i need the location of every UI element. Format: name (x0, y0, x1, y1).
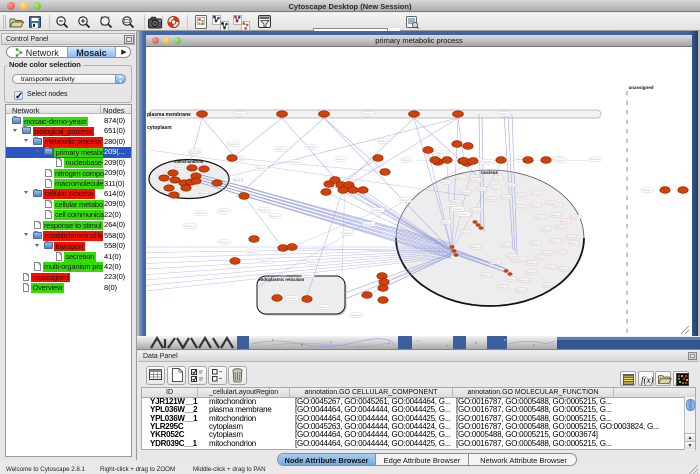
svg-text:Gene x: Gene x (185, 224, 195, 228)
svg-text:Gene x: Gene x (219, 240, 229, 244)
svg-text:Gene x: Gene x (559, 267, 569, 271)
svg-text:Gene x: Gene x (307, 260, 317, 264)
svg-text:Gene x: Gene x (259, 208, 269, 212)
svg-text:nucleus: nucleus (481, 170, 499, 175)
svg-text:Gene x: Gene x (336, 157, 346, 161)
svg-text:Gene x: Gene x (516, 193, 526, 197)
svg-text:Gene x: Gene x (233, 178, 243, 182)
svg-text:Gene x: Gene x (196, 211, 206, 215)
svg-text:Gene x: Gene x (517, 257, 527, 261)
svg-text:Gene x: Gene x (516, 288, 526, 292)
svg-text:Gene x: Gene x (493, 176, 503, 180)
svg-text:Gene x: Gene x (453, 207, 463, 211)
svg-text:Gene x: Gene x (556, 225, 566, 229)
svg-text:Gene x: Gene x (551, 213, 561, 217)
svg-text:Gene x: Gene x (377, 139, 387, 143)
svg-text:Gene x: Gene x (553, 203, 563, 207)
svg-text:Gene x: Gene x (551, 239, 561, 243)
svg-text:Gene x: Gene x (476, 187, 486, 191)
svg-text:Gene x: Gene x (542, 251, 552, 255)
svg-text:Gene x: Gene x (364, 222, 374, 226)
svg-text:Gene x: Gene x (569, 241, 579, 245)
svg-text:Gene x: Gene x (219, 209, 229, 213)
svg-text:Gene x: Gene x (555, 158, 565, 162)
svg-text:Gene x: Gene x (471, 245, 481, 249)
svg-text:Gene x: Gene x (526, 270, 536, 274)
svg-text:Gene x: Gene x (642, 188, 652, 192)
svg-text:Gene x: Gene x (516, 205, 526, 209)
svg-text:Gene x: Gene x (491, 185, 501, 189)
svg-text:Gene x: Gene x (536, 255, 546, 259)
svg-text:Gene x: Gene x (459, 212, 469, 216)
svg-text:Gene x: Gene x (499, 112, 509, 116)
svg-text:plasma membrane: plasma membrane (147, 112, 191, 118)
svg-text:cytoplasm: cytoplasm (147, 125, 172, 131)
svg-text:Gene x: Gene x (175, 165, 185, 169)
svg-text:Gene x: Gene x (306, 145, 316, 149)
svg-text:Gene x: Gene x (461, 190, 471, 194)
svg-text:Gene x: Gene x (543, 283, 553, 287)
svg-text:Gene x: Gene x (287, 296, 297, 300)
svg-text:unassigned: unassigned (629, 85, 654, 90)
svg-text:Gene x: Gene x (519, 278, 529, 282)
svg-text:Gene x: Gene x (556, 250, 566, 254)
svg-text:Gene x: Gene x (228, 142, 238, 146)
svg-text:Gene x: Gene x (541, 227, 551, 231)
svg-text:Gene x: Gene x (256, 166, 266, 170)
svg-text:Gene x: Gene x (501, 195, 511, 199)
svg-text:Gene x: Gene x (531, 241, 541, 245)
svg-text:Gene x: Gene x (456, 175, 466, 179)
svg-text:Gene x: Gene x (373, 208, 383, 212)
svg-text:Gene x: Gene x (451, 200, 461, 204)
svg-text:Gene x: Gene x (261, 259, 271, 263)
svg-text:Gene x: Gene x (437, 151, 447, 155)
svg-text:Gene x: Gene x (566, 235, 576, 239)
svg-text:Gene x: Gene x (461, 230, 471, 234)
svg-text:Gene x: Gene x (402, 158, 412, 162)
svg-text:mitochondrion: mitochondrion (174, 159, 204, 164)
svg-text:Gene x: Gene x (507, 254, 517, 258)
svg-text:Gene x: Gene x (491, 260, 501, 264)
svg-text:Gene x: Gene x (497, 285, 507, 289)
svg-text:Gene x: Gene x (481, 273, 491, 277)
svg-text:f(x): f(x) (641, 375, 654, 385)
svg-text:Gene x: Gene x (471, 178, 481, 182)
svg-text:Gene x: Gene x (319, 305, 329, 309)
svg-text:Gene x: Gene x (342, 231, 352, 235)
svg-text:Gene x: Gene x (590, 157, 600, 161)
svg-text:Gene x: Gene x (351, 313, 361, 317)
svg-text:Gene x: Gene x (561, 219, 571, 223)
svg-text:Gene x: Gene x (527, 261, 537, 265)
svg-text:Gene x: Gene x (531, 203, 541, 207)
svg-text:Gene x: Gene x (506, 183, 516, 187)
svg-text:Gene x: Gene x (441, 220, 451, 224)
svg-text:Gene x: Gene x (546, 265, 556, 269)
svg-text:Gene x: Gene x (363, 112, 373, 116)
svg-text:Gene x: Gene x (400, 198, 410, 202)
svg-text:endoplasmic reticulum: endoplasmic reticulum (259, 277, 305, 282)
svg-text:Gene x: Gene x (199, 191, 209, 195)
svg-text:Gene x: Gene x (276, 147, 286, 151)
svg-text:Gene x: Gene x (247, 250, 257, 254)
svg-text:Gene x: Gene x (483, 160, 493, 164)
svg-text:Gene x: Gene x (189, 151, 199, 155)
svg-text:Gene x: Gene x (571, 215, 581, 219)
svg-text:Gene x: Gene x (501, 243, 511, 247)
svg-text:Gene x: Gene x (291, 160, 301, 164)
svg-text:Gene x: Gene x (536, 215, 546, 219)
svg-text:Gene x: Gene x (303, 273, 313, 277)
svg-text:Gene x: Gene x (486, 197, 496, 201)
svg-text:Gene x: Gene x (506, 277, 516, 281)
svg-text:Gene x: Gene x (441, 180, 451, 184)
svg-text:Gene x: Gene x (270, 214, 280, 218)
svg-text:Gene x: Gene x (531, 191, 541, 195)
svg-text:Gene x: Gene x (235, 112, 245, 116)
svg-text:Gene x: Gene x (471, 208, 481, 212)
